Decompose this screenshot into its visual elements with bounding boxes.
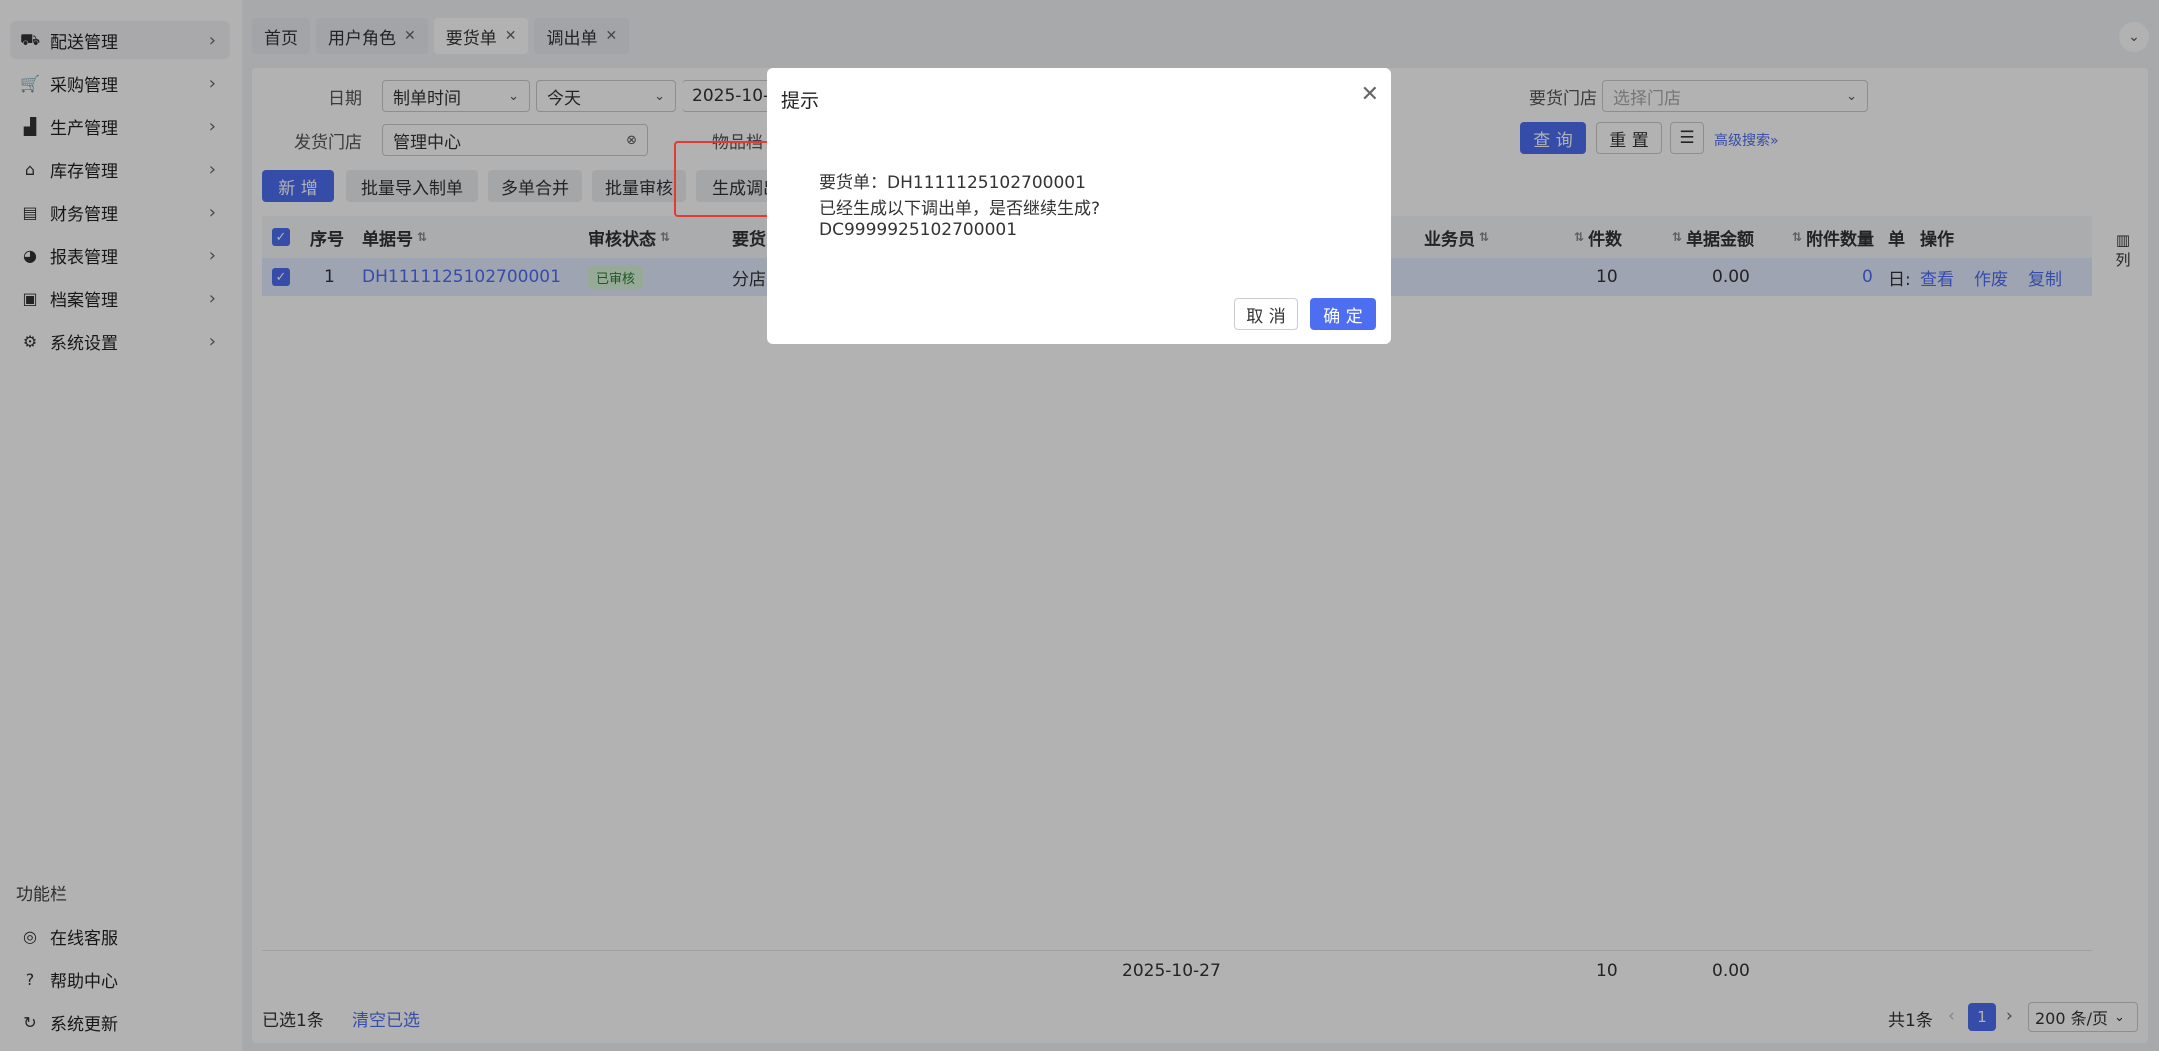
confirm-dialog: 提示 ✕ 要货单：DH1111125102700001 已经生成以下调出单，是否… (767, 68, 1391, 344)
close-icon[interactable]: ✕ (1361, 82, 1379, 107)
dialog-message-line2: 已经生成以下调出单，是否继续生成? (819, 199, 1101, 219)
dialog-title: 提示 (781, 90, 820, 112)
dialog-message-line1: 要货单：DH1111125102700001 (819, 173, 1086, 193)
confirm-button[interactable]: 确 定 (1310, 298, 1376, 330)
cancel-button[interactable]: 取 消 (1234, 298, 1298, 330)
dialog-message-line3: DC9999925102700001 (819, 220, 1018, 240)
